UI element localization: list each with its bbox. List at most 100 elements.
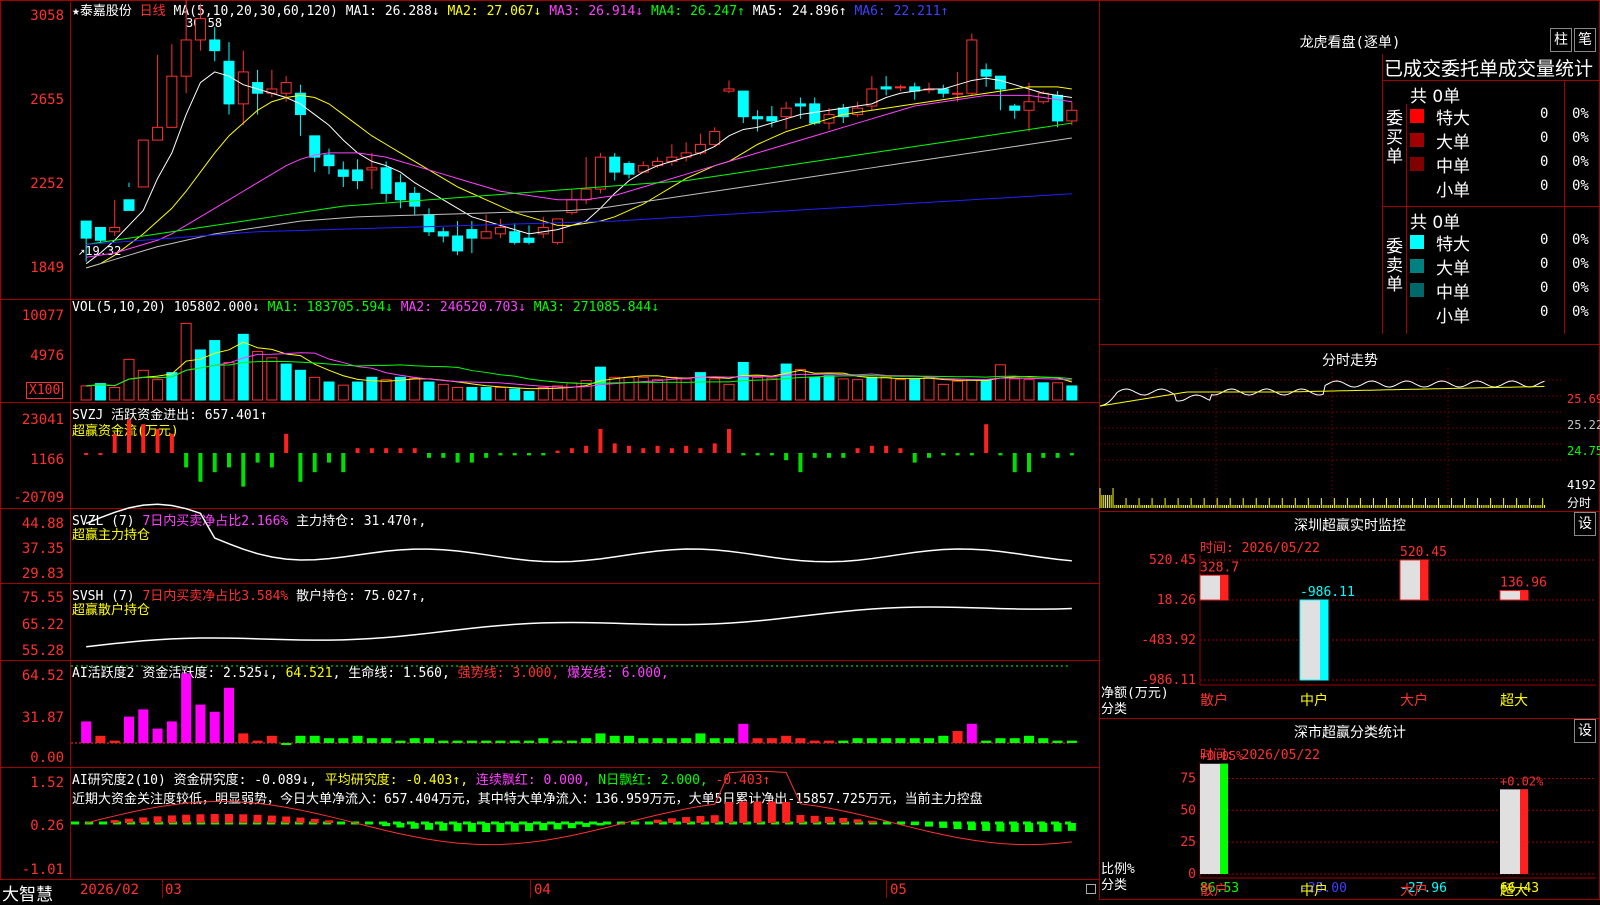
- svzj-bar: [541, 453, 546, 456]
- dragon-stats-header: 已成交委托单成交量统计: [1384, 58, 1594, 80]
- activity-bar: [809, 740, 820, 743]
- intraday-vol-unit: 分时: [1567, 496, 1592, 510]
- research-bar: [982, 823, 991, 831]
- volume-bar: [80, 385, 92, 401]
- volume-bar: [252, 351, 264, 401]
- volume-bar: [937, 383, 949, 401]
- volume-bar: [109, 386, 121, 401]
- research-bar: [1025, 823, 1033, 832]
- order-pct: 0%: [1572, 232, 1589, 248]
- svzj-bar: [212, 453, 217, 473]
- activity-bar: [1024, 735, 1034, 743]
- svzl-chart[interactable]: [71, 503, 1099, 583]
- activity-bar: [481, 740, 492, 743]
- research-bar: [853, 819, 862, 823]
- research-bar: [310, 818, 319, 823]
- bar-mode-button[interactable]: 柱: [1550, 28, 1572, 52]
- monitor-chart[interactable]: 520.45 18.26 -483.92 -986.11 328.7 散户 -986.11 中…: [1100, 545, 1598, 717]
- monitor-bar-label: -986.11: [1300, 585, 1355, 600]
- monitor-category: 散户: [1200, 692, 1228, 709]
- svzj-bar: [455, 453, 460, 463]
- candle-body: [223, 60, 235, 105]
- candle-body: [580, 188, 592, 201]
- research-bar: [139, 817, 148, 823]
- volume-bar: [980, 379, 992, 401]
- activity-bar: [909, 738, 920, 743]
- research-bar: [925, 823, 933, 827]
- candle-body: [166, 75, 178, 128]
- activity-bar: [138, 709, 149, 743]
- ai-research-chart[interactable]: [71, 768, 1099, 878]
- research-bar: [710, 815, 719, 823]
- classify-y-tick: 50: [1180, 803, 1196, 818]
- candle-body: [994, 75, 1006, 90]
- order-size-label: 大单: [1436, 259, 1470, 279]
- classify-settings-button[interactable]: 设: [1574, 719, 1596, 743]
- monitor-settings-button[interactable]: 设: [1574, 512, 1596, 536]
- vol-unit: X100: [29, 383, 61, 398]
- activity-bar: [666, 738, 677, 743]
- candle-body: [137, 139, 149, 188]
- retail-holding-line: [86, 606, 1072, 648]
- candlestick-chart[interactable]: [71, 0, 1099, 298]
- candle-body: [152, 126, 164, 141]
- activity-bar: [266, 735, 277, 743]
- research-bar: [939, 823, 948, 828]
- activity-bar: [152, 728, 163, 743]
- intraday-chart[interactable]: [1099, 368, 1565, 510]
- svzj-bar: [441, 453, 446, 458]
- candle-body: [309, 135, 321, 158]
- candle-body: [237, 71, 249, 105]
- svzj-bar: [555, 450, 560, 453]
- monitor-y-tick: 520.45: [1149, 553, 1196, 568]
- classify-bar-edge: [1520, 789, 1528, 874]
- activity-bar: [438, 740, 449, 743]
- classify-change-label: +0.02%: [1500, 774, 1544, 788]
- volume-bar: [994, 364, 1006, 401]
- svzj-bar: [241, 453, 246, 487]
- volume-bar: [1052, 382, 1064, 401]
- svzj-bar: [98, 453, 103, 455]
- activity-bar: [224, 687, 234, 743]
- svzj-bar: [998, 453, 1003, 456]
- research-bar: [653, 819, 662, 823]
- activity-bar: [752, 738, 763, 743]
- order-size-label: 大单: [1436, 133, 1470, 153]
- volume-bar: [1066, 385, 1078, 401]
- research-bar: [567, 823, 576, 829]
- volume-bar: [852, 379, 864, 401]
- activity-bar: [981, 740, 992, 743]
- y-tick: 2252: [30, 176, 64, 192]
- tick-mode-button[interactable]: 笔: [1574, 28, 1596, 52]
- activity-bar: [652, 738, 663, 743]
- candle-body: [480, 231, 492, 239]
- svzj-bar: [412, 448, 417, 453]
- activity-bar: [995, 738, 1006, 743]
- activity-bar: [81, 721, 92, 743]
- ai-activity-chart[interactable]: [71, 661, 1099, 767]
- volume-chart[interactable]: [71, 300, 1099, 402]
- ai2-y-tick: 1.52: [30, 775, 64, 791]
- svzj-chart[interactable]: [71, 403, 1099, 508]
- svzj-bar: [327, 453, 331, 463]
- svzj-bar: [169, 433, 174, 453]
- vol-y-tick: 10077: [21, 308, 64, 324]
- ai2-y-tick: 0.26: [30, 818, 64, 834]
- monitor-y-tick: -986.11: [1141, 673, 1196, 688]
- classify-chart[interactable]: 7550250+0.05%86.53 -25.00 -27.96+0.02%66.4…: [1100, 749, 1598, 899]
- svzj-y-tick: 23041: [21, 412, 64, 428]
- activity-bar: [581, 738, 592, 743]
- candle-body: [966, 39, 978, 94]
- volume-bar: [209, 340, 221, 401]
- svsh-chart[interactable]: [71, 584, 1099, 660]
- research-bar: [1010, 823, 1019, 832]
- svzj-bar: [184, 453, 189, 468]
- ai1-y-tick: 31.87: [21, 710, 64, 726]
- lock-icon[interactable]: [1086, 884, 1096, 894]
- activity-bar: [109, 740, 120, 743]
- activity-bar: [881, 738, 892, 743]
- monitor-bar-label: 328.7: [1200, 560, 1239, 575]
- volume-bar: [494, 386, 506, 401]
- candle-body: [709, 131, 721, 145]
- monitor-title: 深圳超赢实时监控: [1294, 518, 1406, 534]
